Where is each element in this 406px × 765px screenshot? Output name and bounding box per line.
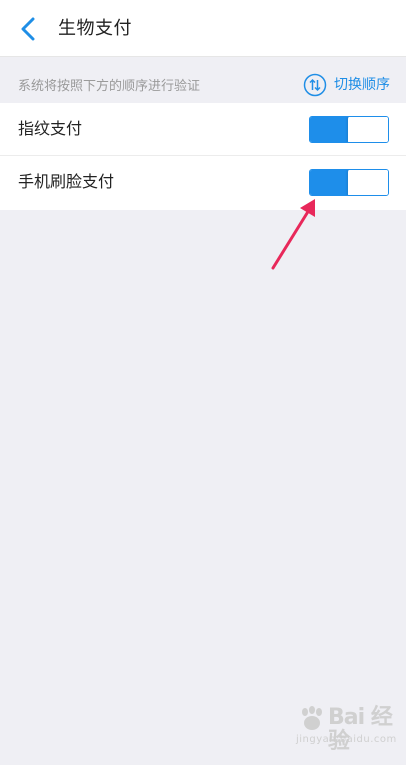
list-item-face-pay: 手机刷脸支付	[0, 156, 406, 210]
baidu-jingyan-watermark: Bai 经验 jingyan.baidu.com	[292, 704, 397, 754]
page-title: 生物支付	[58, 18, 132, 39]
toggle-knob	[348, 117, 388, 142]
toggle-knob	[348, 170, 388, 195]
nav-bar: 生物支付	[0, 0, 406, 57]
list-item-label: 指纹支付	[18, 119, 83, 138]
verification-order-bar: 系统将按照下方的顺序进行验证 切换顺序	[0, 57, 406, 103]
back-button[interactable]	[12, 13, 44, 45]
fingerprint-pay-toggle[interactable]	[309, 116, 389, 143]
paw-logo-icon	[302, 706, 322, 730]
switch-order-label: 切换顺序	[334, 77, 390, 93]
face-pay-toggle[interactable]	[309, 169, 389, 196]
chevron-left-icon	[21, 17, 35, 41]
swap-vertical-circle-icon	[303, 73, 327, 97]
list-item-fingerprint-pay: 指纹支付	[0, 103, 406, 156]
list-item-label: 手机刷脸支付	[18, 172, 115, 191]
toggle-track-on	[310, 170, 350, 195]
biometric-payment-screen: 生物支付 系统将按照下方的顺序进行验证 切换顺序 指纹支付 手机刷脸支付 Bai…	[0, 0, 406, 765]
verification-order-hint: 系统将按照下方的顺序进行验证	[18, 79, 201, 94]
switch-order-button[interactable]: 切换顺序	[303, 71, 390, 99]
watermark-sub-text: jingyan.baidu.com	[296, 734, 397, 745]
payment-method-list: 指纹支付 手机刷脸支付	[0, 103, 406, 210]
toggle-track-on	[310, 117, 350, 142]
watermark-main-text: Bai 经验	[328, 705, 393, 754]
